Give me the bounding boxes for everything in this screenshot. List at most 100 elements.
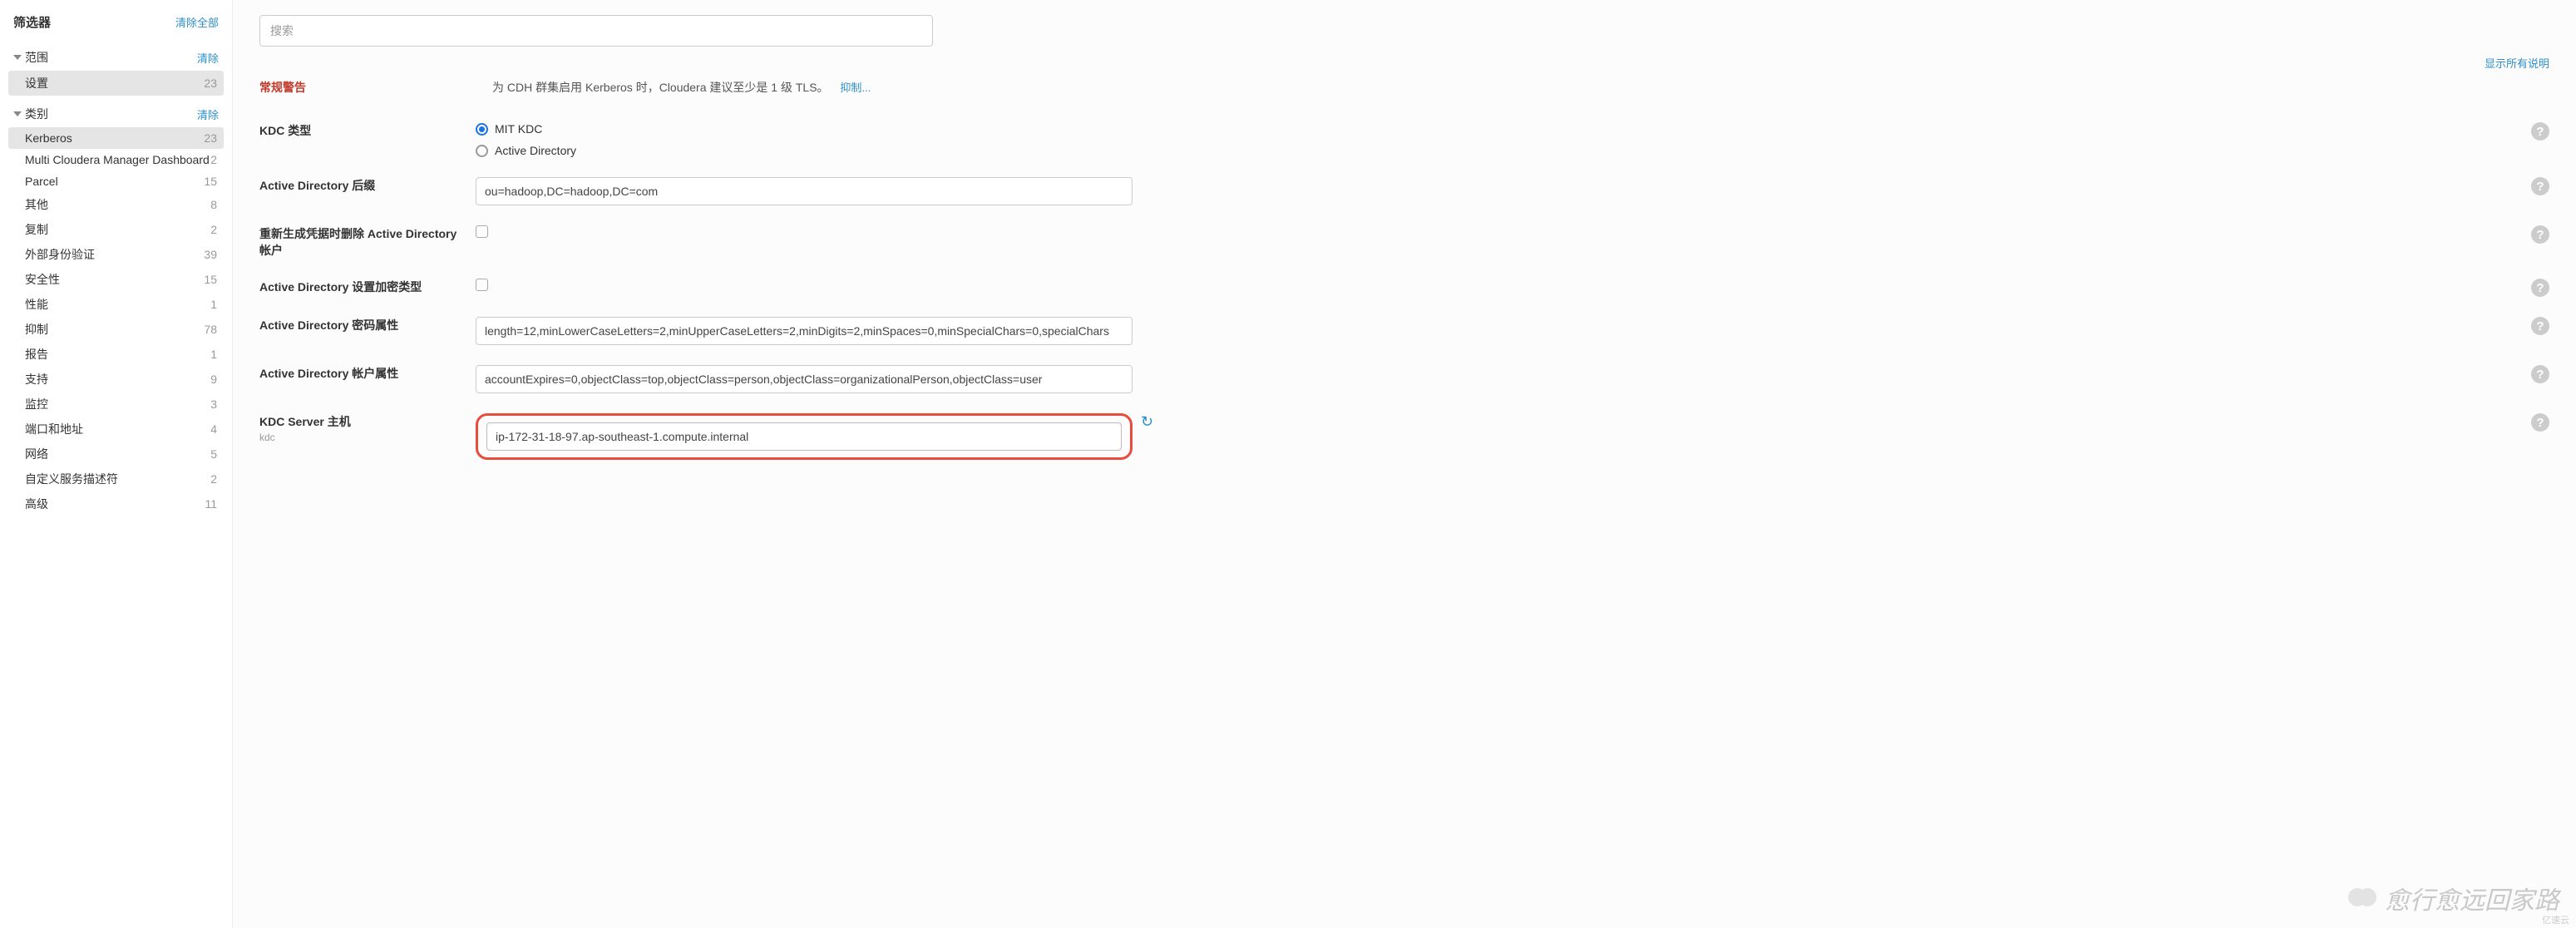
ad-pw-attr-input[interactable] (476, 317, 1133, 345)
radio-label: MIT KDC (495, 122, 542, 136)
chevron-down-icon (13, 55, 22, 60)
category-item[interactable]: 性能 1 (8, 292, 224, 317)
category-item[interactable]: 其他 8 (8, 192, 224, 217)
sidebar-title: 筛选器 (13, 13, 51, 31)
setting-label: KDC Server 主机 kdc (259, 413, 476, 443)
facet-label: 网络 (25, 446, 48, 462)
facet-count: 23 (204, 77, 217, 90)
facet-label: 抑制 (25, 321, 48, 338)
ad-acct-attr-input[interactable] (476, 365, 1133, 393)
facet-label: 支持 (25, 371, 48, 387)
help-icon[interactable]: ? (2531, 365, 2549, 383)
category-item[interactable]: 高级 11 (8, 491, 224, 516)
category-item[interactable]: 端口和地址 4 (8, 417, 224, 442)
facet-count: 78 (204, 323, 217, 336)
facet-label: Multi Cloudera Manager Dashboard (25, 153, 210, 166)
setting-ad-suffix: Active Directory 后缀 ? (259, 167, 2549, 215)
scope-clear-link[interactable]: 清除 (197, 50, 219, 66)
category-item[interactable]: 安全性 15 (8, 267, 224, 292)
facet-count: 39 (204, 248, 217, 261)
suppress-link[interactable]: 抑制... (840, 81, 871, 94)
warning-row: 常规警告 为 CDH 群集启用 Kerberos 时，Cloudera 建议至少… (259, 79, 2549, 96)
facet-label: 端口和地址 (25, 421, 83, 437)
facet-count: 2 (210, 153, 217, 166)
help-icon[interactable]: ? (2531, 122, 2549, 141)
radio-active-directory[interactable]: Active Directory (476, 144, 1133, 157)
search-input[interactable] (259, 15, 933, 47)
setting-sublabel: kdc (259, 432, 462, 443)
setting-label: Active Directory 后缀 (259, 177, 476, 194)
facet-count: 4 (210, 422, 217, 436)
scope-item-settings[interactable]: 设置 23 (8, 71, 224, 96)
facet-count: 3 (210, 397, 217, 411)
scope-title: 范围 (25, 49, 48, 66)
facet-label: 安全性 (25, 271, 60, 288)
setting-ad-pw-attr: Active Directory 密码属性 ? (259, 307, 2549, 355)
setting-label: Active Directory 帐户属性 (259, 365, 476, 382)
setting-label: 重新生成凭据时删除 Active Directory 帐户 (259, 225, 476, 259)
ad-regen-delete-checkbox[interactable] (476, 225, 488, 238)
category-item[interactable]: 抑制 78 (8, 317, 224, 342)
category-item[interactable]: 报告1 (8, 342, 224, 367)
clear-all-link[interactable]: 清除全部 (175, 14, 219, 30)
ad-suffix-input[interactable] (476, 177, 1133, 205)
chevron-down-icon (13, 111, 22, 116)
facet-label: 高级 (25, 496, 48, 512)
help-icon[interactable]: ? (2531, 177, 2549, 195)
setting-ad-regen-delete: 重新生成凭据时删除 Active Directory 帐户 ? (259, 215, 2549, 269)
facet-count: 8 (210, 198, 217, 211)
facet-count: 15 (204, 175, 217, 188)
category-title: 类别 (25, 106, 48, 122)
category-item[interactable]: Multi Cloudera Manager Dashboard2 (8, 149, 224, 170)
facet-count: 5 (210, 447, 217, 461)
facet-count: 9 (210, 373, 217, 386)
setting-label: KDC 类型 (259, 122, 476, 139)
help-icon[interactable]: ? (2531, 413, 2549, 432)
ad-enc-type-checkbox[interactable] (476, 279, 488, 291)
filter-sidebar: 筛选器 清除全部 范围 清除 设置 23 类别 清除 Kerberos23Mul… (0, 0, 233, 928)
warning-text: 为 CDH 群集启用 Kerberos 时，Cloudera 建议至少是 1 级… (492, 81, 829, 94)
setting-label: Active Directory 密码属性 (259, 317, 476, 333)
setting-kdc-host: KDC Server 主机 kdc ↻ ? (259, 403, 2549, 470)
scope-list: 设置 23 (8, 71, 224, 96)
facet-label: Parcel (25, 175, 58, 188)
facet-count: 1 (210, 348, 217, 361)
category-header[interactable]: 类别 清除 (8, 101, 224, 127)
facet-label: 复制 (25, 221, 48, 238)
category-item[interactable]: 自定义服务描述符 2 (8, 466, 224, 491)
show-all-desc-link[interactable]: 显示所有说明 (2485, 55, 2549, 71)
radio-icon (476, 145, 488, 157)
facet-count: 2 (210, 223, 217, 236)
help-icon[interactable]: ? (2531, 317, 2549, 335)
category-item[interactable]: 外部身份验证39 (8, 242, 224, 267)
setting-label: Active Directory 设置加密类型 (259, 279, 476, 295)
facet-count: 15 (204, 273, 217, 286)
facet-label: 监控 (25, 396, 48, 412)
kdc-host-input[interactable] (486, 422, 1122, 451)
category-item[interactable]: 网络 5 (8, 442, 224, 466)
facet-label: Kerberos (25, 131, 72, 145)
category-item[interactable]: Parcel 15 (8, 170, 224, 192)
category-list: Kerberos23Multi Cloudera Manager Dashboa… (8, 127, 224, 516)
facet-count: 2 (210, 472, 217, 486)
category-item[interactable]: 复制 2 (8, 217, 224, 242)
facet-label: 性能 (25, 296, 48, 313)
facet-count: 1 (210, 298, 217, 311)
category-item[interactable]: Kerberos 23 (8, 127, 224, 149)
facet-label: 自定义服务描述符 (25, 471, 118, 487)
facet-label: 其他 (25, 196, 48, 213)
category-item[interactable]: 支持 9 (8, 367, 224, 392)
setting-kdc-type: KDC 类型 MIT KDC Active Directory ? (259, 112, 2549, 167)
facet-count: 23 (204, 131, 217, 145)
refresh-icon[interactable]: ↻ (1141, 413, 1153, 431)
kdc-type-radio-group: MIT KDC Active Directory (476, 122, 1133, 157)
category-item[interactable]: 监控 3 (8, 392, 224, 417)
radio-mit-kdc[interactable]: MIT KDC (476, 122, 1133, 136)
facet-count: 11 (205, 497, 217, 511)
scope-header[interactable]: 范围 清除 (8, 44, 224, 71)
help-icon[interactable]: ? (2531, 279, 2549, 297)
setting-ad-enc-type: Active Directory 设置加密类型 ? (259, 269, 2549, 307)
help-icon[interactable]: ? (2531, 225, 2549, 244)
radio-label: Active Directory (495, 144, 576, 157)
category-clear-link[interactable]: 清除 (197, 106, 219, 122)
